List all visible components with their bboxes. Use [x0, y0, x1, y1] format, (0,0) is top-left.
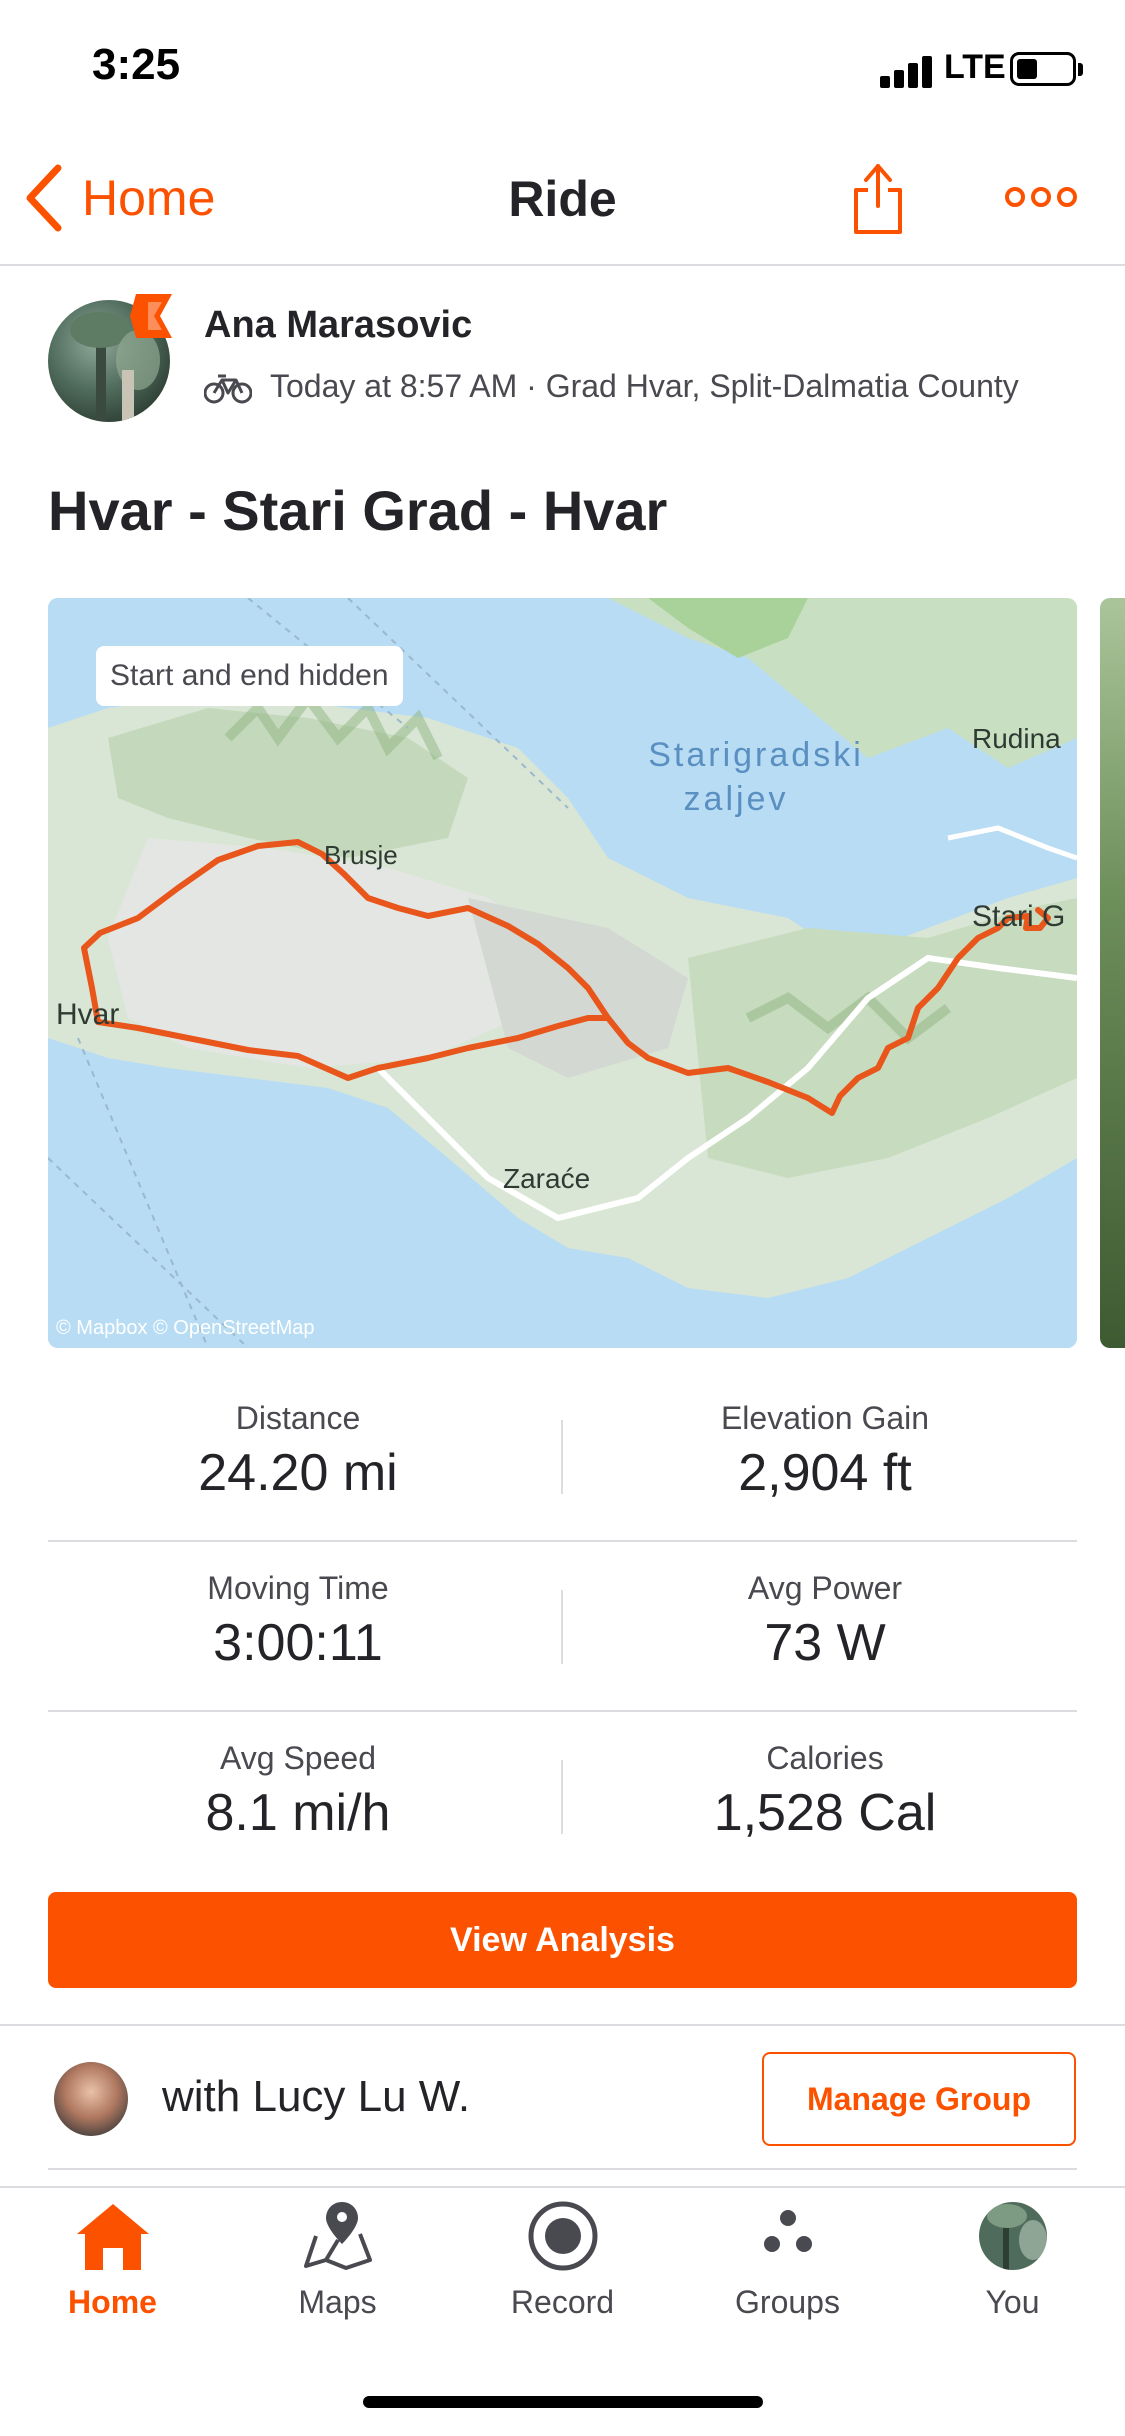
stat-value: 3:00:11: [213, 1614, 383, 1672]
share-icon[interactable]: [852, 160, 904, 236]
stat-row-divider: [48, 1540, 1077, 1542]
map-label-bay-1: Starigradski: [648, 736, 864, 774]
stat-label: Calories: [766, 1740, 884, 1776]
group-member-avatar[interactable]: [54, 2062, 128, 2136]
section-divider: [0, 2024, 1125, 2026]
stat-label: Moving Time: [207, 1570, 389, 1606]
view-analysis-button[interactable]: View Analysis: [48, 1892, 1077, 1988]
stat-divider: [561, 1760, 563, 1834]
tab-label: Groups: [735, 2284, 840, 2320]
network-type: LTE: [944, 48, 1006, 86]
map-pin-icon: [303, 2202, 372, 2270]
activity-meta: Today at 8:57 AM · Grad Hvar, Split-Dalm…: [270, 368, 1019, 404]
page-title: Ride: [508, 171, 617, 227]
tab-record[interactable]: Record: [450, 2196, 675, 2321]
tab-home[interactable]: Home: [0, 2196, 225, 2321]
map-label-brusje: Brusje: [324, 840, 398, 870]
groups-icon: [763, 2210, 812, 2252]
stat-calories: Calories 1,528 Cal: [575, 1740, 1075, 1843]
map-label-stari-grad: Stari G: [972, 900, 1065, 933]
stat-divider: [561, 1420, 563, 1494]
stat-value: 24.20 mi: [198, 1444, 398, 1502]
stat-avg-speed: Avg Speed 8.1 mi/h: [48, 1740, 548, 1843]
bike-icon: [204, 374, 252, 404]
group-with-text[interactable]: with Lucy Lu W.: [162, 2072, 470, 2122]
battery-icon: [1010, 52, 1076, 86]
tab-label: Home: [68, 2284, 157, 2320]
profile-avatar-icon: [978, 2202, 1047, 2270]
privacy-chip: Start and end hidden: [96, 646, 403, 706]
home-indicator[interactable]: [363, 2396, 763, 2408]
nav-divider: [0, 264, 1125, 266]
stat-label: Distance: [235, 1400, 361, 1436]
stat-avg-power: Avg Power 73 W: [575, 1570, 1075, 1673]
battery-tip: [1078, 63, 1083, 76]
stat-value: 8.1 mi/h: [205, 1784, 391, 1842]
list-divider: [48, 2168, 1077, 2170]
stat-elevation-gain: Elevation Gain 2,904 ft: [575, 1400, 1075, 1503]
house-icon: [76, 2204, 149, 2270]
map-label-hvar: Hvar: [56, 998, 119, 1031]
map-label-rudina: Rudina: [972, 723, 1061, 754]
stat-value: 2,904 ft: [738, 1444, 912, 1502]
tab-groups[interactable]: Groups: [675, 2196, 900, 2321]
manage-group-button[interactable]: Manage Group: [762, 2052, 1076, 2146]
stat-label: Avg Speed: [220, 1740, 376, 1776]
stat-value: 73 W: [764, 1614, 886, 1672]
stat-value: 1,528 Cal: [713, 1784, 937, 1842]
cellular-signal-icon: [880, 54, 936, 88]
map-canvas: Starigradski zaljev Rudina Stari G Hvar …: [48, 598, 1077, 1348]
tab-label: You: [985, 2284, 1040, 2320]
tab-maps[interactable]: Maps: [225, 2196, 450, 2321]
athlete-name[interactable]: Ana Marasovic: [204, 304, 472, 347]
strava-subscriber-badge-icon: [130, 294, 172, 338]
stat-distance: Distance 24.20 mi: [48, 1400, 548, 1503]
next-photo-peek[interactable]: [1100, 598, 1125, 1348]
map-attribution[interactable]: © Mapbox © OpenStreetMap: [56, 1317, 315, 1340]
record-icon: [528, 2201, 597, 2271]
stat-label: Elevation Gain: [720, 1400, 930, 1436]
stat-label: Avg Power: [747, 1570, 903, 1606]
activity-title: Hvar - Stari Grad - Hvar: [48, 479, 668, 542]
status-time: 3:25: [92, 40, 181, 89]
stat-divider: [561, 1590, 563, 1664]
map-label-zarace: Zaraće: [503, 1163, 590, 1194]
tab-you[interactable]: You: [900, 2196, 1125, 2321]
stat-row-divider: [48, 1710, 1077, 1712]
activity-map[interactable]: Starigradski zaljev Rudina Stari G Hvar …: [48, 598, 1077, 1348]
more-options-icon[interactable]: [1004, 186, 1078, 208]
stat-moving-time: Moving Time 3:00:11: [48, 1570, 548, 1673]
tab-label: Record: [510, 2284, 615, 2320]
map-label-bay-2: zaljev: [684, 780, 789, 818]
tab-label: Maps: [298, 2284, 377, 2320]
